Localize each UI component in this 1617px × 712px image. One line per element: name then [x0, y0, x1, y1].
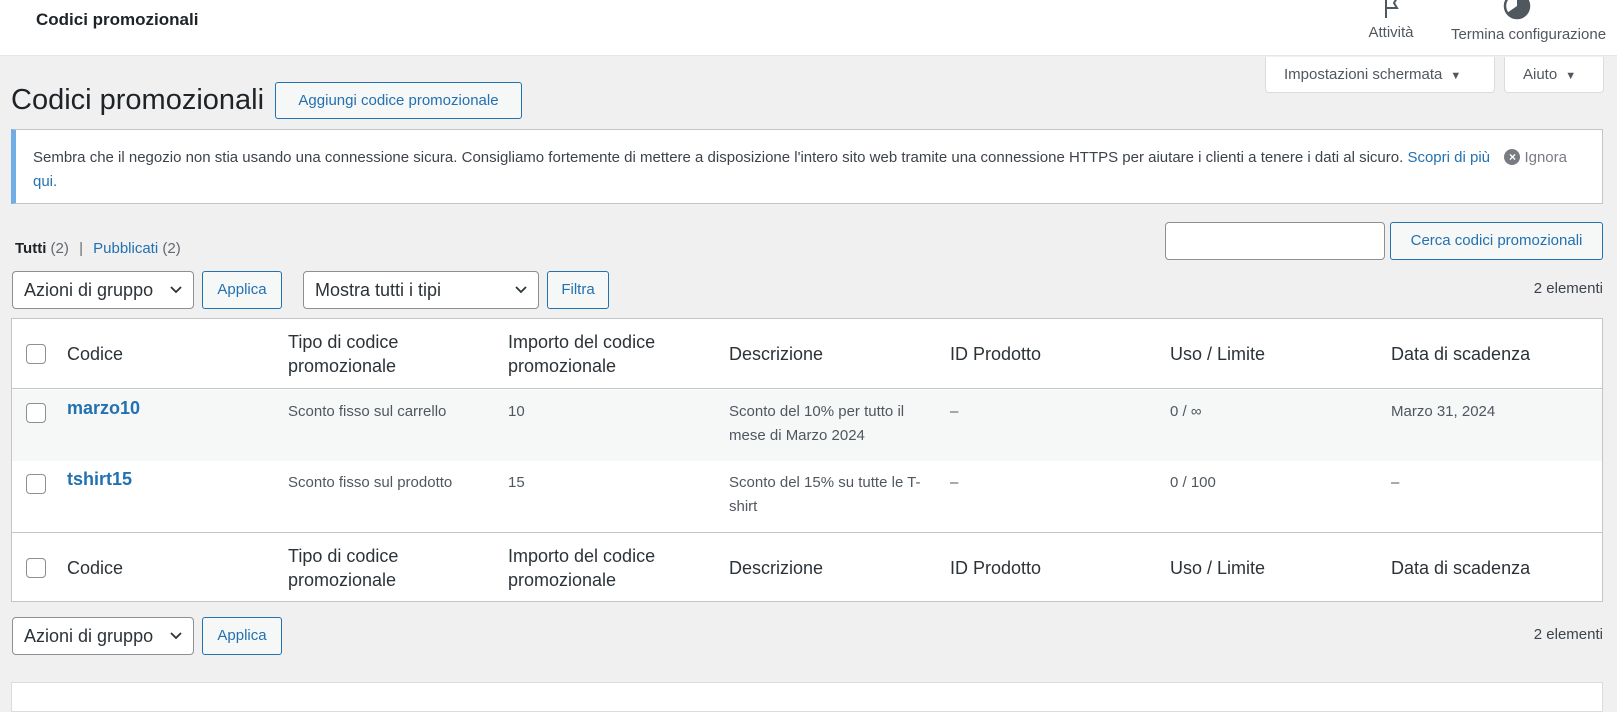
bottom-panel [11, 682, 1603, 712]
table-row: marzo10 Sconto fisso sul carrello 10 Sco… [12, 390, 1602, 461]
column-footer-type: Tipo di codice promozionale [288, 546, 399, 590]
coupons-table: Codice Tipo di codice promozionale Impor… [11, 318, 1603, 602]
progress-circle-icon [1503, 0, 1531, 20]
coupon-amount-cell: 10 [508, 403, 525, 420]
usage-limit-cell: 0 / 100 [1170, 474, 1216, 491]
expiry-date-cell: Marzo 31, 2024 [1391, 403, 1496, 420]
dismiss-x-icon: × [1504, 149, 1521, 165]
chevron-down-icon [170, 286, 182, 294]
column-footer-product-ids: ID Prodotto [950, 558, 1042, 578]
column-header-description: Descrizione [729, 344, 824, 364]
column-footer-expiry: Data di scadenza [1391, 558, 1531, 578]
finish-setup-label: Termina configurazione [1450, 26, 1607, 43]
notice-text: Sembra che il negozio non stia usando un… [33, 149, 1404, 166]
apply-bulk-button-bottom[interactable]: Applica [202, 617, 282, 655]
column-header-product-ids: ID Prodotto [950, 344, 1042, 364]
product-ids-cell: – [950, 474, 959, 491]
search-coupons-button[interactable]: Cerca codici promozionali [1390, 222, 1603, 260]
view-published-count: (2) [162, 240, 181, 257]
screen-options-button[interactable]: Impostazioni schermata ▼ [1265, 57, 1495, 93]
flag-icon [1385, 0, 1399, 18]
items-count-bottom: 2 elementi [1533, 626, 1603, 643]
dismiss-notice-button[interactable]: × Ignora [1504, 146, 1567, 170]
select-all-checkbox[interactable] [26, 558, 46, 578]
caret-down-icon: ▼ [1565, 70, 1577, 82]
table-footer-row: Codice Tipo di codice promozionale Impor… [12, 532, 1602, 602]
coupon-type-cell: Sconto fisso sul prodotto [288, 474, 453, 491]
chevron-down-icon [170, 632, 182, 640]
status-views: Tutti (2) | Pubblicati (2) [15, 240, 181, 257]
help-button[interactable]: Aiuto ▼ [1504, 57, 1604, 93]
chevron-down-icon [515, 286, 527, 294]
coupon-description-cell: Sconto del 15% su tutte le T-shirt [729, 474, 921, 515]
row-checkbox[interactable] [26, 474, 46, 494]
table-header-row: Codice Tipo di codice promozionale Impor… [12, 319, 1602, 389]
top-header-bar: Codici promozionali Attività Termina con… [0, 0, 1617, 56]
bulk-actions-value: Azioni di gruppo [24, 280, 154, 300]
column-header-code[interactable]: Codice [67, 342, 123, 366]
caret-down-icon: ▼ [1450, 70, 1462, 82]
column-footer-amount: Importo del codice promozionale [508, 546, 656, 590]
coupon-amount-cell: 15 [508, 474, 525, 491]
items-count: 2 elementi [1533, 280, 1603, 297]
coupon-code-link[interactable]: marzo10 [67, 398, 140, 419]
column-header-type: Tipo di codice promozionale [288, 332, 399, 376]
usage-limit-cell: 0 / ∞ [1170, 403, 1202, 420]
bulk-actions-value: Azioni di gruppo [24, 626, 154, 646]
view-published-link[interactable]: Pubblicati [93, 240, 158, 257]
coupon-description-cell: Sconto del 10% per tutto il mese di Marz… [729, 403, 905, 444]
view-all-link[interactable]: Tutti [15, 240, 46, 257]
column-footer-description: Descrizione [729, 558, 824, 578]
coupon-code-link[interactable]: tshirt15 [67, 469, 132, 490]
screen-options-label: Impostazioni schermata [1284, 66, 1443, 83]
column-header-amount: Importo del codice promozionale [508, 332, 656, 376]
column-header-expiry: Data di scadenza [1391, 344, 1531, 364]
coupon-type-filter-value: Mostra tutti i tipi [315, 280, 442, 300]
views-separator: | [79, 240, 83, 257]
product-ids-cell: – [950, 403, 959, 420]
expiry-date-cell: – [1391, 474, 1400, 491]
help-label: Aiuto [1523, 66, 1558, 83]
https-notice: Sembra che il negozio non stia usando un… [11, 129, 1603, 204]
dismiss-label: Ignora [1524, 149, 1567, 166]
add-coupon-button[interactable]: Aggiungi codice promozionale [275, 82, 522, 119]
coupon-type-cell: Sconto fisso sul carrello [288, 403, 447, 420]
activity-button[interactable]: Attività [1356, 0, 1426, 56]
header-title: Codici promozionali [36, 10, 199, 29]
row-checkbox[interactable] [26, 403, 46, 423]
bulk-actions-select[interactable]: Azioni di gruppo [12, 271, 194, 309]
activity-label: Attività [1368, 24, 1414, 41]
bulk-actions-select-bottom[interactable]: Azioni di gruppo [12, 617, 194, 655]
page-title: Codici promozionali [11, 84, 265, 116]
coupon-type-filter-select[interactable]: Mostra tutti i tipi [303, 271, 539, 309]
apply-bulk-button[interactable]: Applica [202, 271, 282, 309]
column-footer-code[interactable]: Codice [67, 556, 123, 580]
finish-setup-button[interactable]: Termina configurazione [1440, 0, 1617, 56]
table-row: tshirt15 Sconto fisso sul prodotto 15 Sc… [12, 461, 1602, 532]
search-input[interactable] [1165, 222, 1385, 260]
filter-button[interactable]: Filtra [547, 271, 609, 309]
column-header-usage: Uso / Limite [1170, 344, 1266, 364]
view-all-count: (2) [50, 240, 69, 257]
select-all-checkbox[interactable] [26, 344, 46, 364]
column-footer-usage: Uso / Limite [1170, 558, 1266, 578]
